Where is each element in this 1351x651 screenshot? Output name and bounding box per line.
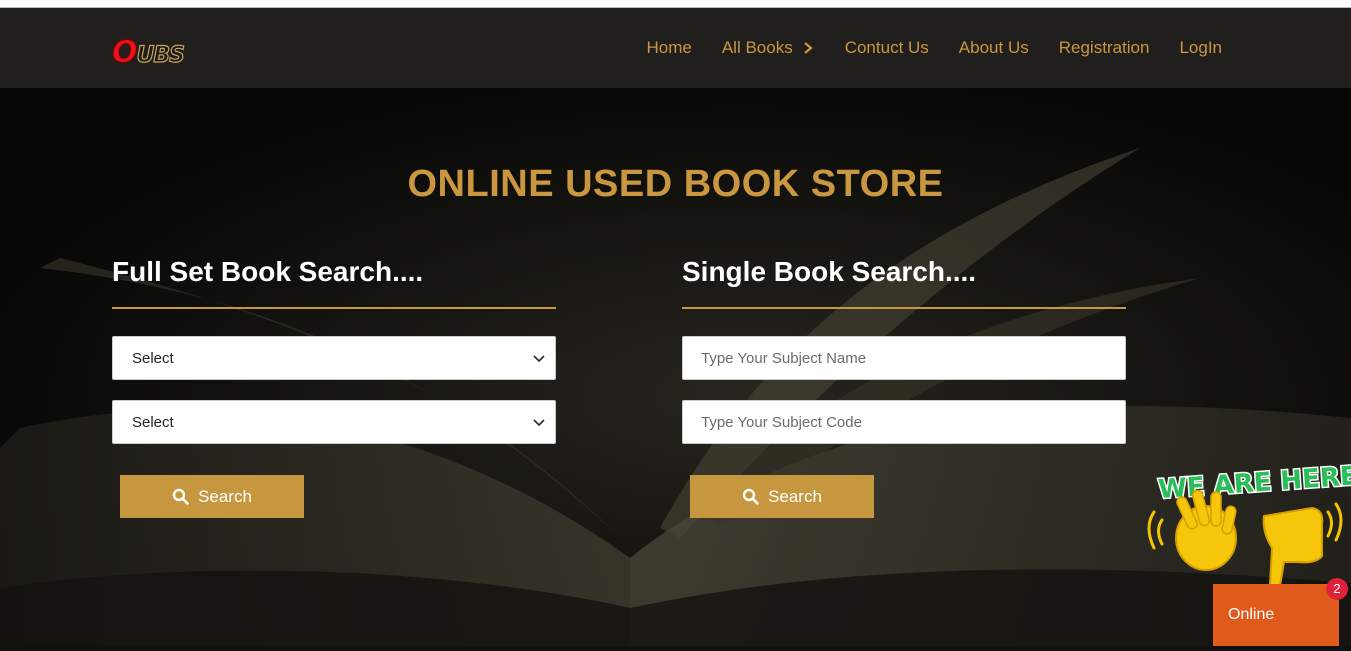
single-heading-divider (682, 307, 1126, 309)
nav-home[interactable]: Home (646, 38, 691, 58)
select-1-value: Select (132, 349, 174, 367)
nav-home-label: Home (646, 38, 692, 57)
logo-rest: UBS (136, 42, 186, 68)
chevron-right-icon (803, 42, 813, 54)
single-search-button[interactable]: Search (690, 475, 874, 518)
search-icon (742, 488, 759, 505)
chevron-down-icon (533, 419, 545, 427)
chat-status-label: Online (1228, 606, 1275, 623)
nav-all-books[interactable]: All Books (722, 38, 815, 58)
chat-online-button[interactable]: Online (1213, 584, 1339, 646)
single-search-label: Search (768, 486, 822, 506)
full-set-heading-divider (112, 307, 556, 309)
notification-badge: 2 (1326, 578, 1348, 600)
page-title: ONLINE USED BOOK STORE (407, 163, 944, 205)
full-set-select-1[interactable]: Select (112, 336, 556, 380)
nav-about-label: About Us (958, 38, 1029, 57)
single-search-heading: Single Book Search.... (682, 256, 977, 287)
nav-all-books-label: All Books (721, 38, 793, 57)
nav-login[interactable]: LogIn (1179, 38, 1222, 58)
nav-registration[interactable]: Registration (1059, 38, 1150, 58)
subject-code-input[interactable] (699, 412, 1103, 432)
nav-registration-label: Registration (1058, 38, 1150, 57)
chevron-down-icon (533, 355, 545, 363)
nav-contact-us[interactable]: Contuct Us (845, 38, 929, 58)
nav-about-us[interactable]: About Us (959, 38, 1029, 58)
search-icon (172, 488, 189, 505)
we-are-here-text: WE ARE HERE! (1157, 460, 1351, 505)
subject-code-field[interactable] (682, 400, 1126, 444)
nav-login-label: LogIn (1179, 38, 1222, 57)
subject-name-field[interactable] (682, 336, 1126, 380)
full-set-select-2[interactable]: Select (112, 400, 556, 444)
full-set-search-label: Search (198, 486, 252, 506)
main-nav: Home All Books Contuct Us About Us Regis… (616, 8, 1222, 88)
subject-name-input[interactable] (699, 348, 1103, 368)
select-2-value: Select (132, 413, 174, 431)
site-logo[interactable]: OUBS (112, 35, 210, 70)
browser-top-strip (0, 0, 1351, 8)
full-set-search-heading: Full Set Book Search.... (112, 256, 424, 287)
full-set-search-button[interactable]: Search (120, 475, 304, 518)
logo-initial: O (112, 35, 138, 70)
nav-contact-label: Contuct Us (844, 38, 929, 57)
